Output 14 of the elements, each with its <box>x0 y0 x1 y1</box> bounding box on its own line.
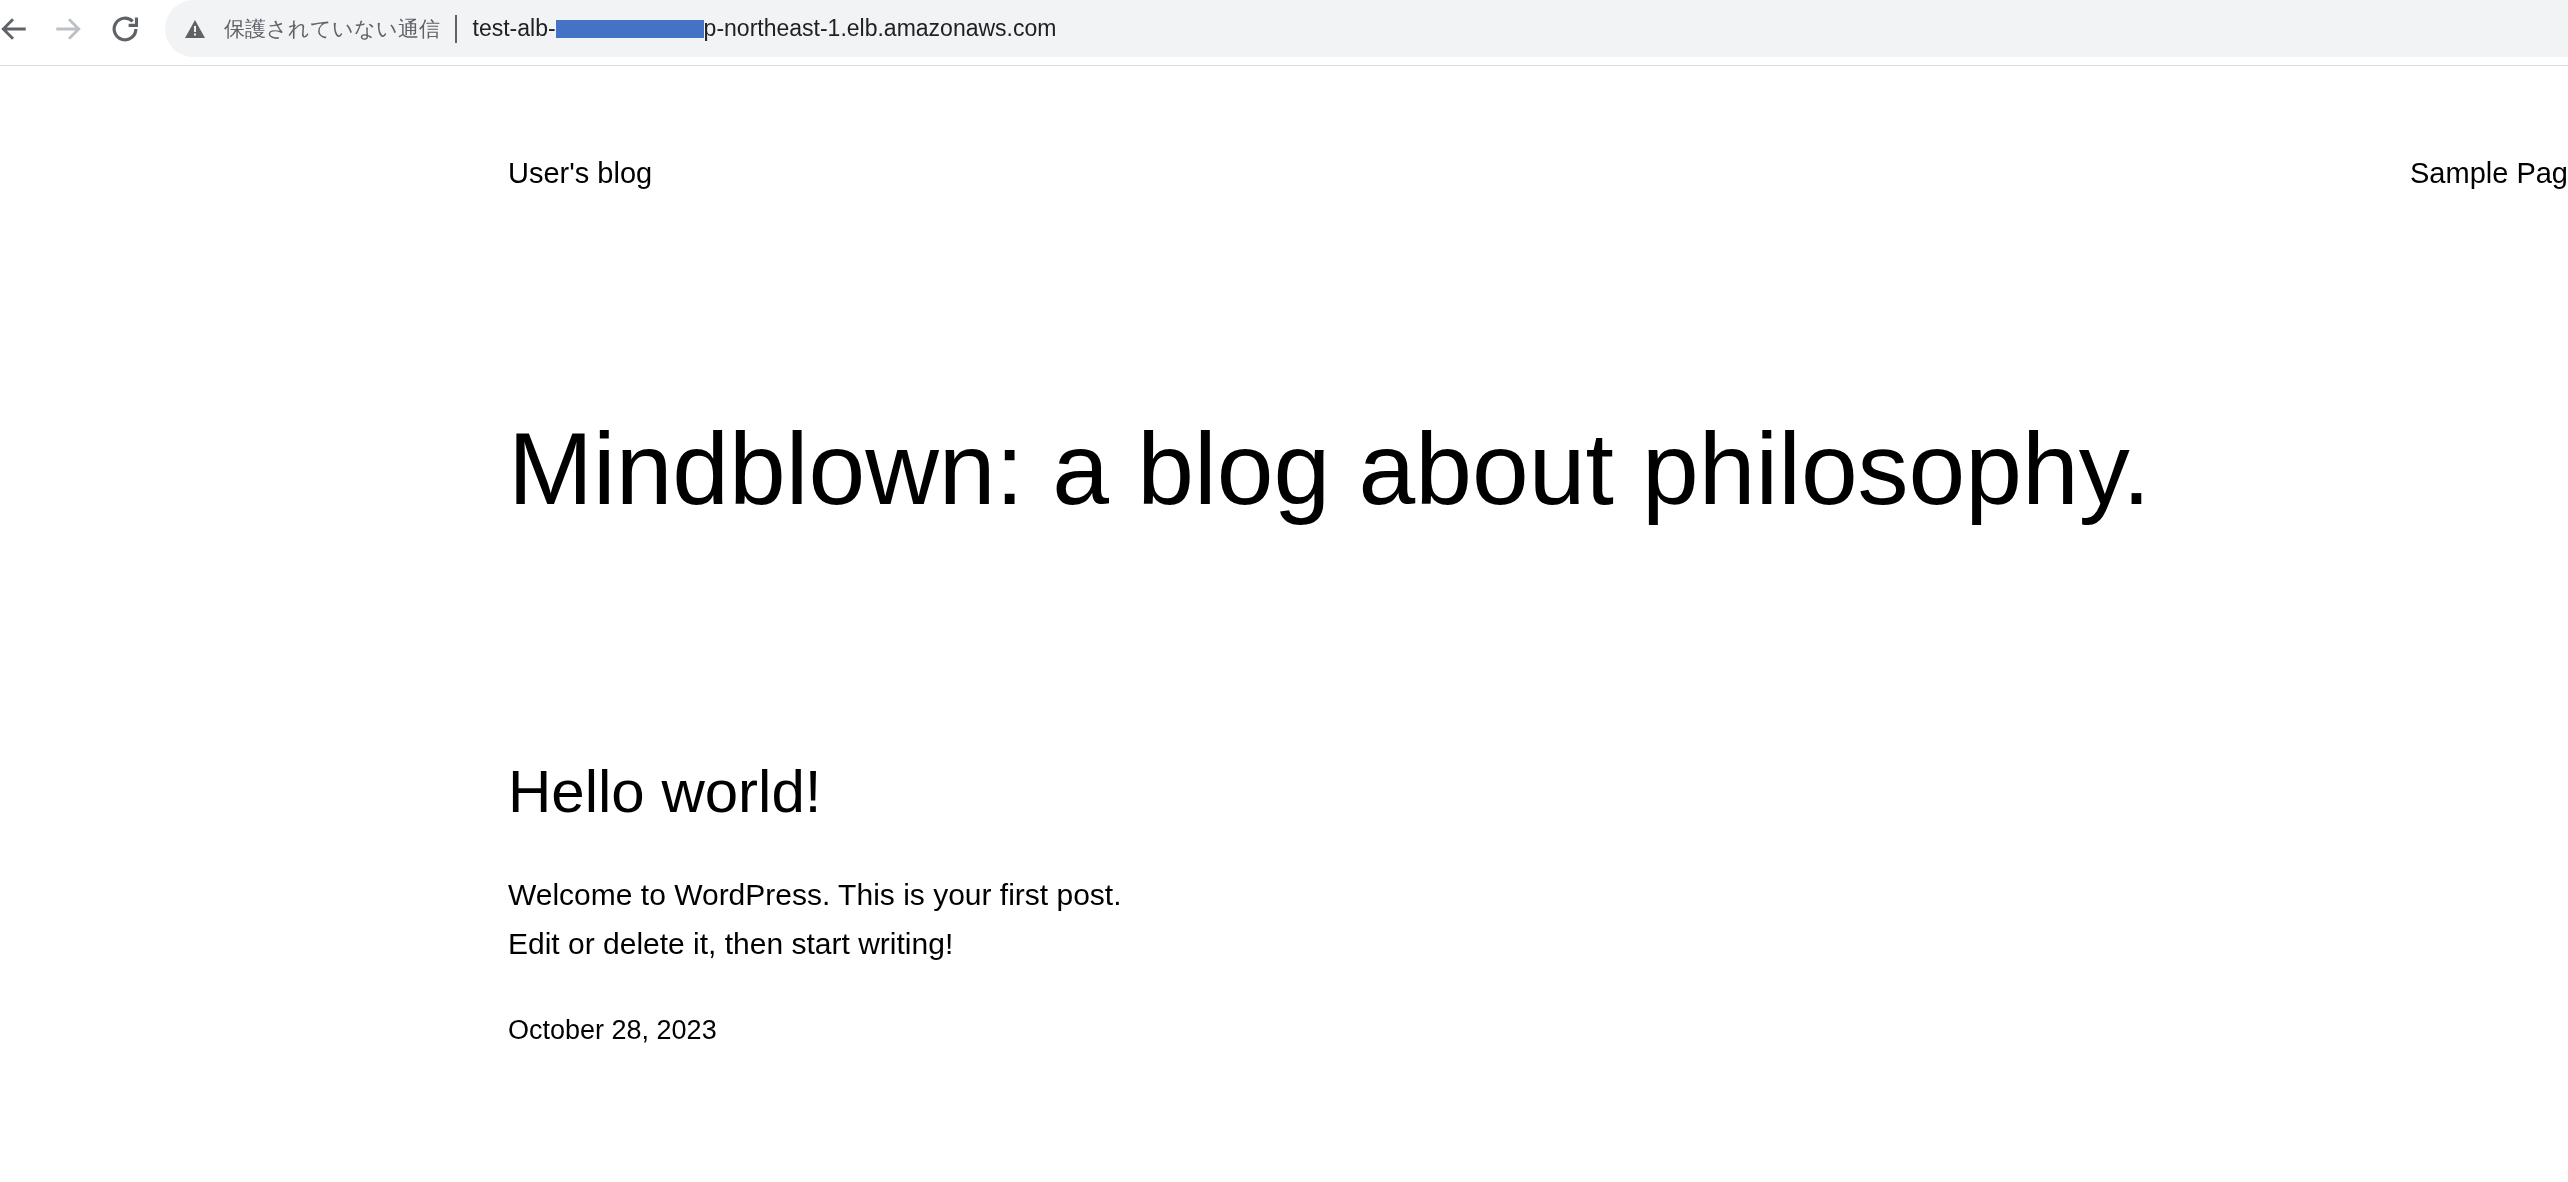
blog-heading: Mindblown: a blog about philosophy. <box>508 413 2151 525</box>
nav-link[interactable]: Sample Pag <box>2410 156 2568 191</box>
post-title[interactable]: Hello world! <box>508 756 822 828</box>
post-excerpt: Welcome to WordPress. This is your first post. Edit or delete it, then start writing! <box>508 877 1122 962</box>
url-text: p-northeast-1.elb.amazonaws.com <box>703 14 1057 44</box>
arrow-right-icon <box>56 16 82 41</box>
warning-icon <box>185 19 205 38</box>
security-label: 保護されていない通信 <box>224 15 440 42</box>
address-bar[interactable]: 保護されていない通信 test-alb- p-northeast-1.elb.amazonaws.com <box>165 0 2568 57</box>
url-text: test-alb- <box>472 14 556 44</box>
post-date: October 28, 2023 <box>508 1014 717 1046</box>
reload-icon <box>112 15 138 42</box>
arrow-left-icon <box>0 16 26 41</box>
site-title[interactable]: User's blog <box>508 156 653 191</box>
